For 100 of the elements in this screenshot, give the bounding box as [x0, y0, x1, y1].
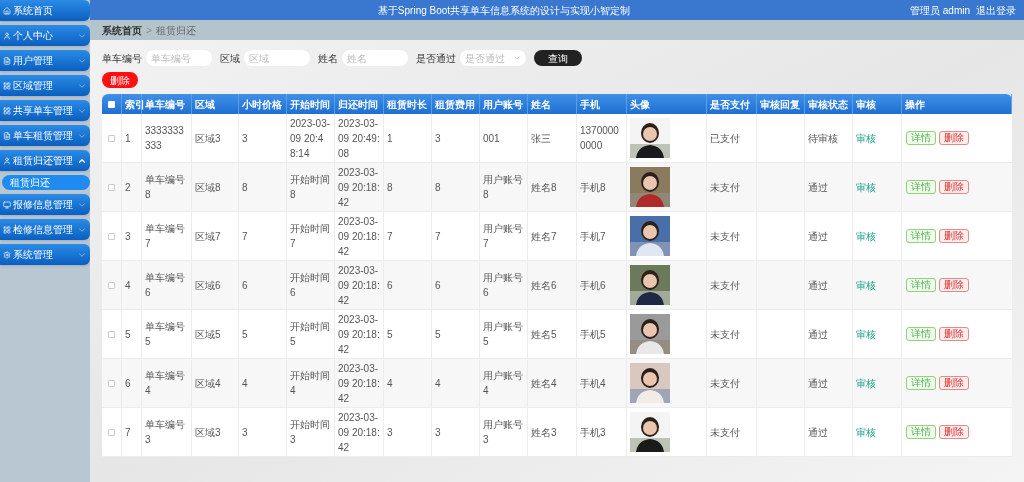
table-cell-text: 6	[387, 278, 393, 293]
column-header: 区域	[195, 97, 215, 112]
column-header: 索引	[125, 97, 145, 112]
table-cell-text: 通过	[808, 278, 828, 293]
details-button[interactable]: 详情	[906, 278, 936, 292]
column-header: 租赁费用	[435, 97, 475, 112]
table-cell-text: 2023-03-09 20:49:08	[338, 116, 380, 161]
table-cell-text: 3	[242, 131, 248, 146]
row-checkbox[interactable]	[108, 183, 115, 191]
audit-link[interactable]: 审核	[856, 375, 876, 391]
search-button[interactable]: 查询	[534, 50, 582, 66]
sidebar-item[interactable]: 单车租赁管理	[0, 125, 90, 146]
table-cell-text: 开始时间6	[290, 271, 331, 300]
sidebar-item[interactable]: 个人中心	[0, 25, 90, 46]
row-checkbox[interactable]	[108, 232, 115, 240]
table-cell-text: 3	[242, 425, 248, 440]
details-button[interactable]: 详情	[906, 425, 936, 439]
table-cell-text: 手机4	[580, 376, 606, 391]
sidebar-subitem[interactable]: 租赁归还	[2, 175, 90, 190]
table-cell-text: 单车编号4	[145, 369, 186, 398]
details-button[interactable]: 详情	[906, 131, 936, 145]
table-cell-text: 1	[387, 131, 393, 146]
details-button[interactable]: 详情	[906, 180, 936, 194]
user-label: 管理员 admin	[910, 3, 970, 18]
row-checkbox[interactable]	[108, 428, 115, 436]
row-checkbox[interactable]	[108, 379, 115, 387]
sidebar-item[interactable]: 系统管理	[0, 244, 90, 265]
row-checkbox[interactable]	[108, 281, 115, 289]
column-header: 姓名	[531, 97, 551, 112]
table-cell-text: 8	[435, 180, 441, 195]
audit-link[interactable]: 审核	[856, 277, 876, 293]
table-cell-text: 姓名4	[531, 376, 557, 391]
table-cell-text: 开始时间8	[290, 173, 331, 202]
select-all-checkbox[interactable]	[108, 100, 115, 108]
table-cell-text: 用户账号4	[483, 369, 524, 398]
table-cell-text: 通过	[808, 425, 828, 440]
audit-link[interactable]: 审核	[856, 179, 876, 195]
delete-button[interactable]: 删除	[939, 131, 969, 145]
table-cell-text: 手机7	[580, 229, 606, 244]
delete-button[interactable]: 删除	[939, 278, 969, 292]
column-header: 头像	[630, 97, 650, 112]
table-cell-text: 单车编号7	[145, 222, 186, 251]
sidebar-item[interactable]: 系统首页	[0, 0, 90, 21]
audit-link[interactable]: 审核	[856, 424, 876, 440]
table-cell-text: 1	[125, 131, 131, 146]
table-cell-text: 通过	[808, 327, 828, 342]
details-button[interactable]: 详情	[906, 229, 936, 243]
breadcrumb-item[interactable]: 系统首页	[102, 22, 142, 38]
table-cell-text: 未支付	[710, 180, 740, 195]
table-cell-text: 单车编号8	[145, 173, 186, 202]
table-cell-text: 2023-03-09 20:18:42	[338, 361, 380, 406]
table-cell-text: 通过	[808, 229, 828, 244]
table-cell-text: 开始时间7	[290, 222, 331, 251]
audit-link[interactable]: 审核	[856, 326, 876, 342]
table-cell-text: 待审核	[808, 131, 838, 146]
table-cell-text: 2023-03-09 20:48:14	[290, 116, 331, 161]
table-cell-text: 6	[435, 278, 441, 293]
column-header: 是否支付	[710, 97, 750, 112]
audit-link[interactable]: 审核	[856, 228, 876, 244]
table-cell-text: 2023-03-09 20:18:42	[338, 312, 380, 357]
sidebar-item[interactable]: 报修信息管理	[0, 194, 90, 215]
delete-button[interactable]: 删除	[939, 425, 969, 439]
table-cell-text: 3333333333	[145, 124, 185, 153]
details-button[interactable]: 详情	[906, 376, 936, 390]
sidebar-item[interactable]: 检修信息管理	[0, 219, 90, 240]
table-cell-text: 张三	[531, 131, 551, 146]
column-header: 租赁时长	[387, 97, 427, 112]
delete-button[interactable]: 删除	[939, 180, 969, 194]
table-cell-text: 用户账号3	[483, 418, 524, 447]
sidebar-item[interactable]: 租赁归还管理	[0, 150, 90, 171]
search-field[interactable]: 姓名	[342, 50, 408, 66]
table-cell-text: 区域6	[195, 278, 221, 293]
logout-link[interactable]: 退出登录	[976, 2, 1016, 18]
table-cell-text: 2023-03-09 20:18:42	[338, 410, 380, 455]
table-cell-text: 已支付	[710, 131, 740, 146]
table-cell-text: 4	[242, 376, 248, 391]
table-cell-text: 用户账号6	[483, 271, 524, 300]
table-cell-text: 2023-03-09 20:18:42	[338, 165, 380, 210]
delete-button[interactable]: 删除	[939, 376, 969, 390]
table-cell-text: 未支付	[710, 327, 740, 342]
delete-button[interactable]: 删除	[102, 72, 138, 88]
table-cell-text: 5	[435, 327, 441, 342]
details-button[interactable]: 详情	[906, 327, 936, 341]
table-cell-text: 未支付	[710, 229, 740, 244]
table-cell-text: 区域4	[195, 376, 221, 391]
table-cell-text: 001	[483, 131, 500, 146]
field-label: 是否通过	[416, 51, 456, 66]
table-cell-text: 未支付	[710, 278, 740, 293]
delete-button[interactable]: 删除	[939, 327, 969, 341]
table-cell-text: 区域5	[195, 327, 221, 342]
sidebar-item[interactable]: 共享单车管理	[0, 100, 90, 121]
row-checkbox[interactable]	[108, 134, 115, 142]
table-cell-text: 4	[125, 278, 131, 293]
search-field[interactable]: 区域	[244, 50, 310, 66]
delete-button[interactable]: 删除	[939, 229, 969, 243]
audit-link[interactable]: 审核	[856, 130, 876, 146]
sidebar-item[interactable]: 用户管理	[0, 50, 90, 71]
table-cell-text: 手机3	[580, 425, 606, 440]
row-checkbox[interactable]	[108, 330, 115, 338]
sidebar-item[interactable]: 区域管理	[0, 75, 90, 96]
